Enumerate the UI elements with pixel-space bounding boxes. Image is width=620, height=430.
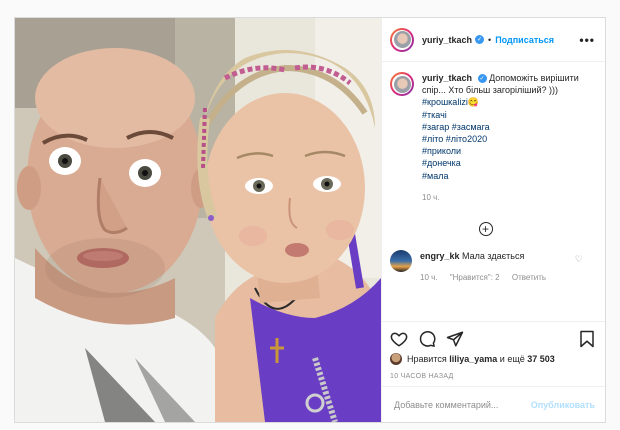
share-icon[interactable] — [446, 330, 464, 348]
hashtag[interactable]: #загар #засмага — [422, 121, 595, 133]
hashtag[interactable]: #літо #літо2020 — [422, 133, 595, 145]
more-icon[interactable]: ••• — [579, 33, 595, 47]
actions-bar: Нравится liliya_yama и ещё 37 503 10 ЧАС… — [382, 321, 605, 386]
commenter-avatar[interactable] — [390, 250, 412, 273]
comment-heart-icon[interactable]: ♡ — [575, 254, 583, 265]
comment-input[interactable] — [392, 398, 531, 411]
action-icons — [390, 328, 595, 350]
caption-avatar[interactable] — [390, 72, 414, 96]
add-comment-bar: Опубликовать — [382, 386, 605, 422]
post-details-panel: yuriy_tkach ✓ • Подписаться ••• yuriy_tk… — [381, 18, 605, 422]
hashtag[interactable]: #донечка — [422, 157, 595, 169]
instagram-post: yuriy_tkach ✓ • Подписаться ••• yuriy_tk… — [14, 17, 606, 423]
comments-section[interactable]: yuriy_tkach ✓ Допоможіть вирішити спір..… — [382, 62, 605, 321]
verified-icon: ✓ — [477, 74, 487, 84]
post-header: yuriy_tkach ✓ • Подписаться ••• — [382, 18, 605, 62]
hashtag[interactable]: #мала — [422, 170, 595, 182]
comment-body: engry_kk Мала здається 10 ч. "Нравится":… — [420, 250, 556, 284]
follow-button[interactable]: Подписаться — [495, 35, 554, 45]
list-item: engry_kk Мала здається 10 ч. "Нравится":… — [390, 250, 595, 284]
commenter-username[interactable]: engry_kk — [420, 251, 460, 261]
comment-text: Мала здається — [462, 251, 525, 262]
hashtag[interactable]: #крошкаlizi😋 — [422, 96, 595, 108]
posted-time[interactable]: 10 ЧАСОВ НАЗАД — [390, 373, 595, 380]
comment-icon[interactable] — [418, 330, 436, 348]
author-username[interactable]: yuriy_tkach — [422, 35, 472, 45]
author-avatar[interactable] — [390, 27, 414, 52]
post-photo[interactable] — [15, 18, 381, 422]
verified-icon: ✓ — [475, 35, 485, 44]
reply-button[interactable]: Ответить — [512, 273, 546, 282]
photo-illustration — [15, 18, 381, 422]
caption: yuriy_tkach ✓ Допоможіть вирішити спір..… — [390, 72, 595, 204]
avatar-ring — [392, 74, 412, 94]
publish-button[interactable]: Опубликовать — [531, 400, 595, 410]
caption-time[interactable]: 10 ч. — [422, 192, 595, 204]
caption-body: yuriy_tkach ✓ Допоможіть вирішити спір..… — [422, 72, 595, 204]
avatar-ring — [392, 29, 412, 50]
likes-summary: Нравится liliya_yama и ещё 37 503 — [390, 353, 595, 365]
separator-dot: • — [488, 34, 492, 45]
likes-prefix: Нравится — [407, 354, 447, 364]
avatar-image — [393, 31, 411, 48]
comment-time[interactable]: 10 ч. — [420, 273, 438, 282]
likes-suffix: и ещё — [499, 354, 525, 364]
hashtag[interactable]: #приколи — [422, 145, 595, 157]
bookmark-icon[interactable] — [579, 330, 595, 348]
avatar-image — [393, 75, 411, 93]
heart-icon[interactable] — [390, 330, 408, 348]
hashtag[interactable]: #ткачі — [422, 109, 595, 121]
plus-circle-icon[interactable]: + — [478, 222, 493, 237]
likes-count[interactable]: 37 503 — [527, 354, 555, 364]
comment-meta: 10 ч. "Нравится": 2 Ответить — [420, 272, 556, 284]
caption-username[interactable]: yuriy_tkach — [422, 73, 472, 83]
comment-likes[interactable]: "Нравится": 2 — [450, 273, 500, 282]
liker-username[interactable]: liliya_yama — [449, 354, 497, 364]
liker-avatar[interactable] — [390, 353, 402, 365]
